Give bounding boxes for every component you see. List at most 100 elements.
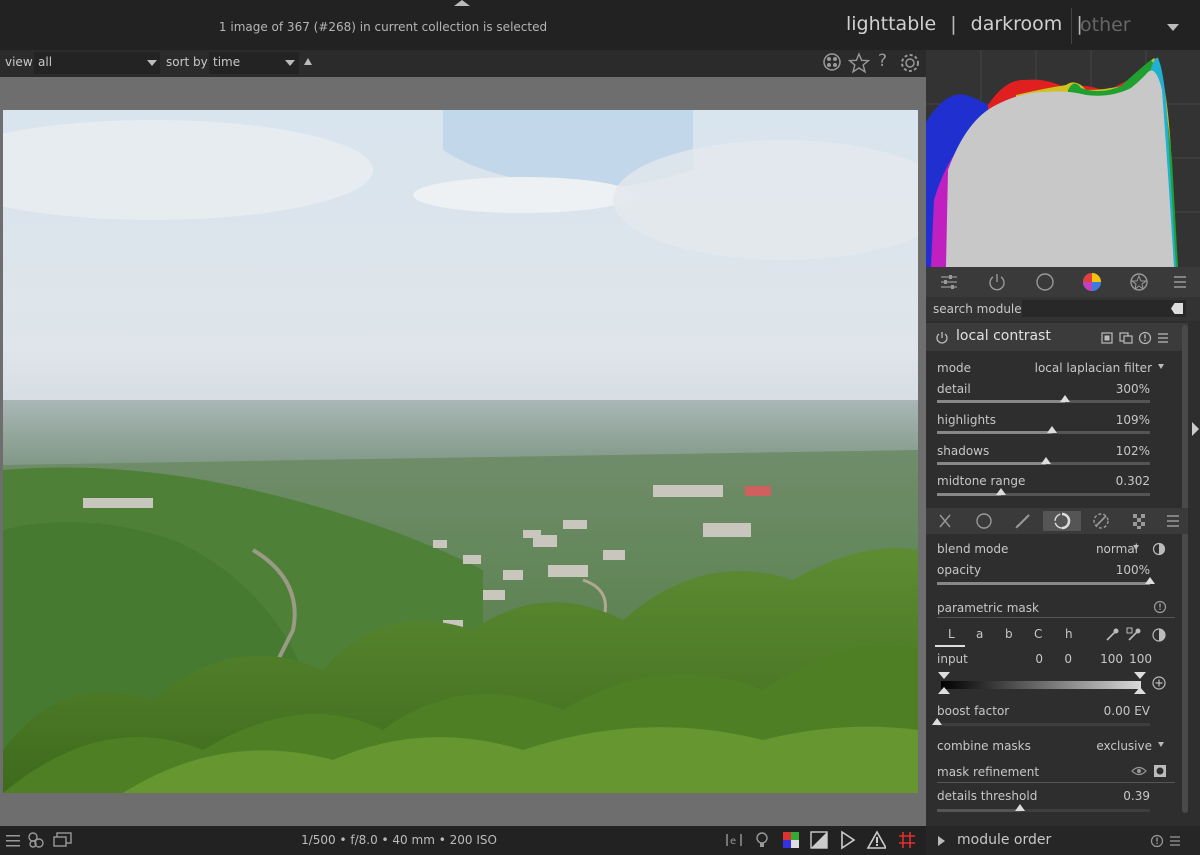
color-labels-icon[interactable]: [822, 52, 842, 72]
circle-icon[interactable]: [1035, 272, 1055, 292]
sort-ascending-icon[interactable]: [304, 58, 312, 65]
add-icon[interactable]: [1152, 676, 1166, 690]
slider-fill: [937, 431, 1053, 434]
uniform-blend-icon[interactable]: [965, 511, 1003, 531]
blend-mode-row[interactable]: blend mode normal: [937, 542, 1150, 562]
view-switcher: lighttable | darkroom |: [846, 13, 1097, 35]
star-icon[interactable]: [848, 52, 870, 74]
boost-factor-slider[interactable]: [932, 718, 1150, 726]
sliders-icon[interactable]: [939, 272, 959, 292]
color-wheel-icon[interactable]: [1082, 272, 1102, 292]
landscape-photo: [3, 110, 918, 793]
drawn-mask-icon[interactable]: [1004, 511, 1042, 531]
gamut-warning-icon[interactable]: [866, 830, 886, 850]
input-marker[interactable]: [938, 687, 950, 694]
softproof-icon[interactable]: [838, 830, 858, 850]
reset-icon[interactable]: [1150, 834, 1164, 848]
details-threshold-label: details threshold: [937, 789, 1038, 803]
input-gradient-slider[interactable]: [941, 681, 1141, 689]
help-icon[interactable]: ?: [878, 51, 887, 71]
reset-icon[interactable]: [1153, 600, 1167, 614]
param-label: highlights: [937, 413, 997, 427]
blend-mode-label: blend mode: [937, 542, 1009, 556]
view-lighttable[interactable]: lighttable: [846, 13, 936, 35]
invert-mask-icon[interactable]: [1151, 627, 1167, 643]
module-order-section[interactable]: module order: [926, 826, 1200, 855]
channel-tab-a[interactable]: a: [976, 627, 983, 641]
view-filter-select[interactable]: all: [34, 52, 160, 74]
param-detail[interactable]: detail 300%: [937, 382, 1150, 402]
histogram[interactable]: [926, 50, 1200, 267]
drawn-parametric-mask-icon[interactable]: [1082, 511, 1120, 531]
panel-scrollbar[interactable]: [1182, 325, 1188, 813]
eye-icon[interactable]: [1131, 765, 1147, 777]
module-power-icon[interactable]: [935, 331, 949, 345]
chevron-down-icon: [285, 60, 295, 66]
area-color-picker-icon[interactable]: [1126, 627, 1142, 643]
slider-handle[interactable]: [1040, 457, 1051, 464]
slider-handle[interactable]: [1059, 395, 1070, 402]
sort-select[interactable]: time: [209, 52, 299, 74]
opacity-value: 100%: [1115, 563, 1150, 577]
color-picker-icon[interactable]: [1104, 627, 1120, 643]
input-marker[interactable]: [1134, 687, 1146, 694]
sort-label: sort by: [166, 55, 208, 69]
slider-handle[interactable]: [995, 488, 1006, 495]
param-highlights[interactable]: highlights 109%: [937, 413, 1150, 433]
param-value: 300%: [1115, 382, 1150, 396]
blend-menu-icon[interactable]: [1160, 511, 1186, 531]
view-separator: |: [950, 13, 957, 35]
module-order-label: module order: [957, 832, 1052, 848]
presets-menu-icon[interactable]: [1170, 272, 1190, 292]
parametric-mask-icon[interactable]: [1043, 511, 1081, 531]
slider-handle[interactable]: [1145, 577, 1155, 584]
chevron-down-icon: [1133, 545, 1139, 550]
power-icon[interactable]: [987, 272, 1007, 292]
boost-factor-row[interactable]: boost factor 0.00 EV: [937, 704, 1150, 724]
right-panel-collapse-icon[interactable]: [1192, 422, 1199, 436]
view-darkroom[interactable]: darkroom: [971, 13, 1063, 35]
details-threshold-row[interactable]: details threshold 0.39: [937, 789, 1150, 809]
chevron-down-icon: [1158, 742, 1164, 747]
search-module-input[interactable]: [1022, 300, 1186, 317]
param-mode[interactable]: mode local laplacian filter: [937, 361, 1152, 381]
input-marker[interactable]: [938, 672, 950, 679]
slider-handle[interactable]: [932, 718, 942, 725]
details-threshold-slider[interactable]: [937, 804, 1150, 812]
blend-off-icon[interactable]: [926, 511, 964, 531]
multi-instance-icon[interactable]: [1119, 332, 1133, 344]
color-assessment-icon[interactable]: [781, 830, 801, 850]
channel-tab-c[interactable]: C: [1034, 627, 1042, 641]
opacity-row[interactable]: opacity 100%: [937, 563, 1150, 583]
reset-icon[interactable]: [1138, 331, 1152, 345]
lightbulb-icon[interactable]: [752, 830, 772, 850]
midtone-range-slider[interactable]: [937, 488, 1150, 496]
top-panel-collapse-icon[interactable]: [454, 0, 470, 6]
guides-icon[interactable]: [897, 830, 917, 850]
param-midtone-range[interactable]: midtone range 0.302: [937, 474, 1150, 494]
raster-mask-icon[interactable]: [1121, 511, 1159, 531]
combine-masks-row[interactable]: combine masks exclusive: [937, 739, 1152, 759]
shadows-slider[interactable]: [937, 457, 1150, 465]
opacity-slider[interactable]: [937, 577, 1155, 585]
focus-peaking-icon[interactable]: e: [724, 830, 744, 850]
channel-tab-b[interactable]: b: [1005, 627, 1013, 641]
slider-handle[interactable]: [1015, 804, 1026, 811]
toggle-polarity-icon[interactable]: [1152, 542, 1166, 556]
presets-menu-icon[interactable]: [1168, 834, 1182, 848]
input-marker[interactable]: [1134, 672, 1146, 679]
raw-overexposed-icon[interactable]: [809, 830, 829, 850]
channel-tab-h[interactable]: h: [1065, 627, 1073, 641]
gear-icon[interactable]: [899, 52, 921, 74]
effects-icon[interactable]: [1129, 272, 1149, 292]
module-header-local-contrast[interactable]: local contrast: [926, 323, 1188, 351]
slider-handle[interactable]: [1047, 426, 1058, 433]
highlights-slider[interactable]: [937, 426, 1150, 434]
other-views-dropdown[interactable]: other: [1071, 8, 1191, 44]
image-canvas[interactable]: [0, 77, 926, 826]
input-row[interactable]: input 0 0 100 100: [937, 652, 1152, 672]
channel-tab-l[interactable]: L: [948, 627, 955, 641]
module-presets-icon[interactable]: [1156, 331, 1170, 345]
detail-slider[interactable]: [937, 395, 1150, 403]
display-mask-icon[interactable]: [1153, 764, 1167, 778]
